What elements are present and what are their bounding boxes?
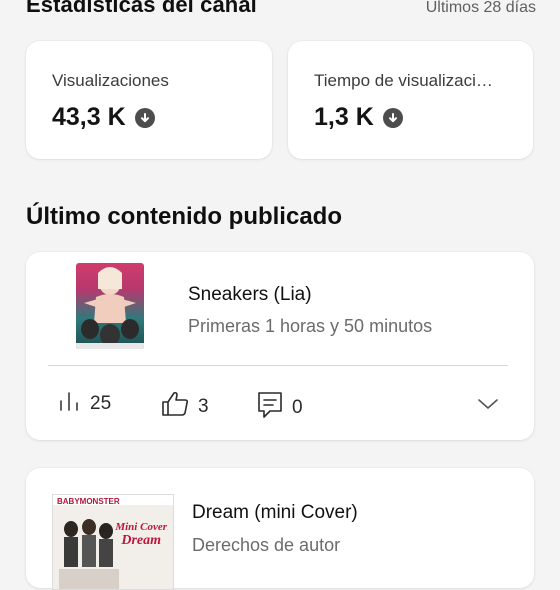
arrow-down-circle-icon: [134, 107, 155, 128]
watch-time-value: 1,3 K: [314, 103, 374, 131]
video-thumbnail[interactable]: BABYMONSTER Mini Cover Dream: [52, 494, 174, 590]
views-label: Visualizaciones: [52, 71, 169, 90]
thumbnail-cover-line2: Dream: [121, 533, 161, 548]
video-title[interactable]: Dream (mini Cover): [192, 502, 358, 524]
likes-count: 3: [198, 395, 209, 417]
period-label[interactable]: Últimos 28 días: [426, 0, 536, 17]
thumbnail-brand-text: BABYMONSTER: [57, 497, 120, 506]
comments-count: 0: [292, 396, 303, 418]
bar-chart-icon: [58, 390, 82, 417]
video-card[interactable]: BABYMONSTER Mini Cover Dream Dream (mini…: [26, 468, 534, 590]
views-value: 43,3 K: [52, 103, 126, 131]
channel-stats-title: Estadísticas del canal: [26, 0, 257, 17]
views-metric: 25: [58, 390, 111, 417]
divider: [48, 365, 508, 366]
chevron-down-icon[interactable]: [476, 392, 500, 416]
comment-icon: [256, 390, 284, 425]
thumbnail-cover-text: Mini Cover Dream: [115, 521, 167, 548]
views-stat-card[interactable]: Visualizaciones 43,3 K: [26, 41, 272, 159]
watch-time-stat-card[interactable]: Tiempo de visualizaci… 1,3 K: [288, 41, 533, 159]
video-thumbnail[interactable]: [76, 263, 144, 349]
video-card[interactable]: Sneakers (Lia) Primeras 1 horas y 50 min…: [26, 252, 534, 440]
video-subtitle: Derechos de autor: [192, 535, 341, 555]
latest-content-title: Último contenido publicado: [26, 203, 342, 230]
views-count: 25: [90, 392, 112, 414]
arrow-down-circle-icon: [382, 107, 403, 128]
likes-metric: 3: [160, 390, 209, 423]
thumbs-up-icon: [160, 390, 190, 423]
watch-time-label: Tiempo de visualizaci…: [314, 71, 493, 90]
video-title[interactable]: Sneakers (Lia): [188, 284, 312, 306]
comments-metric: 0: [256, 390, 303, 425]
video-subtitle: Primeras 1 horas y 50 minutos: [188, 316, 433, 336]
